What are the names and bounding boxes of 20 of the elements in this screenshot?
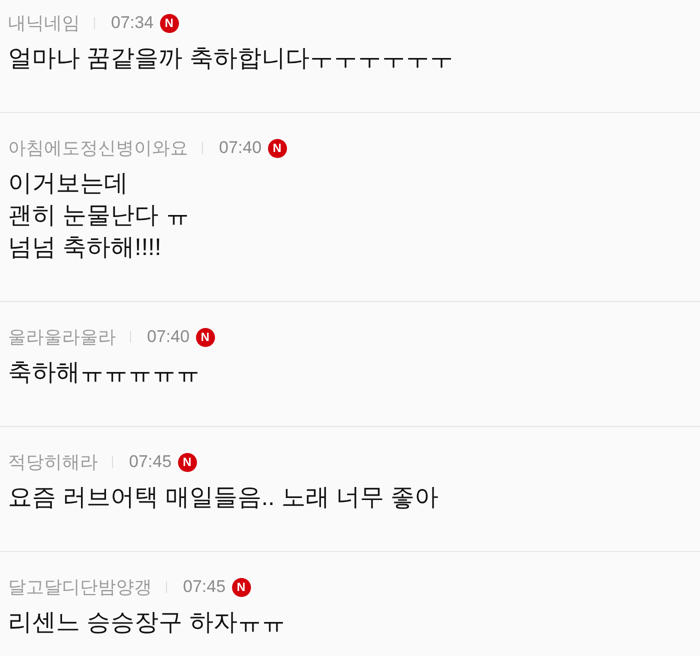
comment-author: 내닉네임 [8, 12, 80, 35]
comment-text: 이거보는데 괜히 눈물난다 ㅠ 넘넘 축하해!!!! [8, 169, 190, 263]
letter-badge: N [232, 578, 251, 596]
letter-badge: N [196, 328, 215, 346]
comment-time: 07:45 [183, 576, 226, 598]
comment-time: 07:40 [147, 326, 190, 348]
letter-badge: N [268, 138, 287, 158]
letter-badge: N [160, 14, 179, 32]
comment-time: 07:45 [129, 451, 172, 473]
letter-badge: N [178, 452, 197, 472]
comment-author: 적당히해라 [8, 451, 98, 474]
comment-author: 달고달디단밤양갱 [8, 576, 152, 599]
comment-text: 요즘 러브어택 매일들음.. 노래 너무 좋아 [8, 483, 440, 513]
comment-text: 축하해ㅠㅠㅠㅠㅠ [8, 358, 201, 388]
comment-time: 07:40 [219, 137, 262, 159]
comment-author: 아침에도정신병이와요 [8, 137, 188, 160]
comment-author: 울라울라울라 [8, 326, 116, 349]
comment-time: 07:34 [111, 12, 154, 34]
comment-text: 리센느 승승장구 하자ㅠㅠ [8, 608, 286, 638]
comment-text: 얼마나 꿈같을까 축하합니다ㅜㅜㅜㅜㅜㅜ [8, 44, 454, 74]
